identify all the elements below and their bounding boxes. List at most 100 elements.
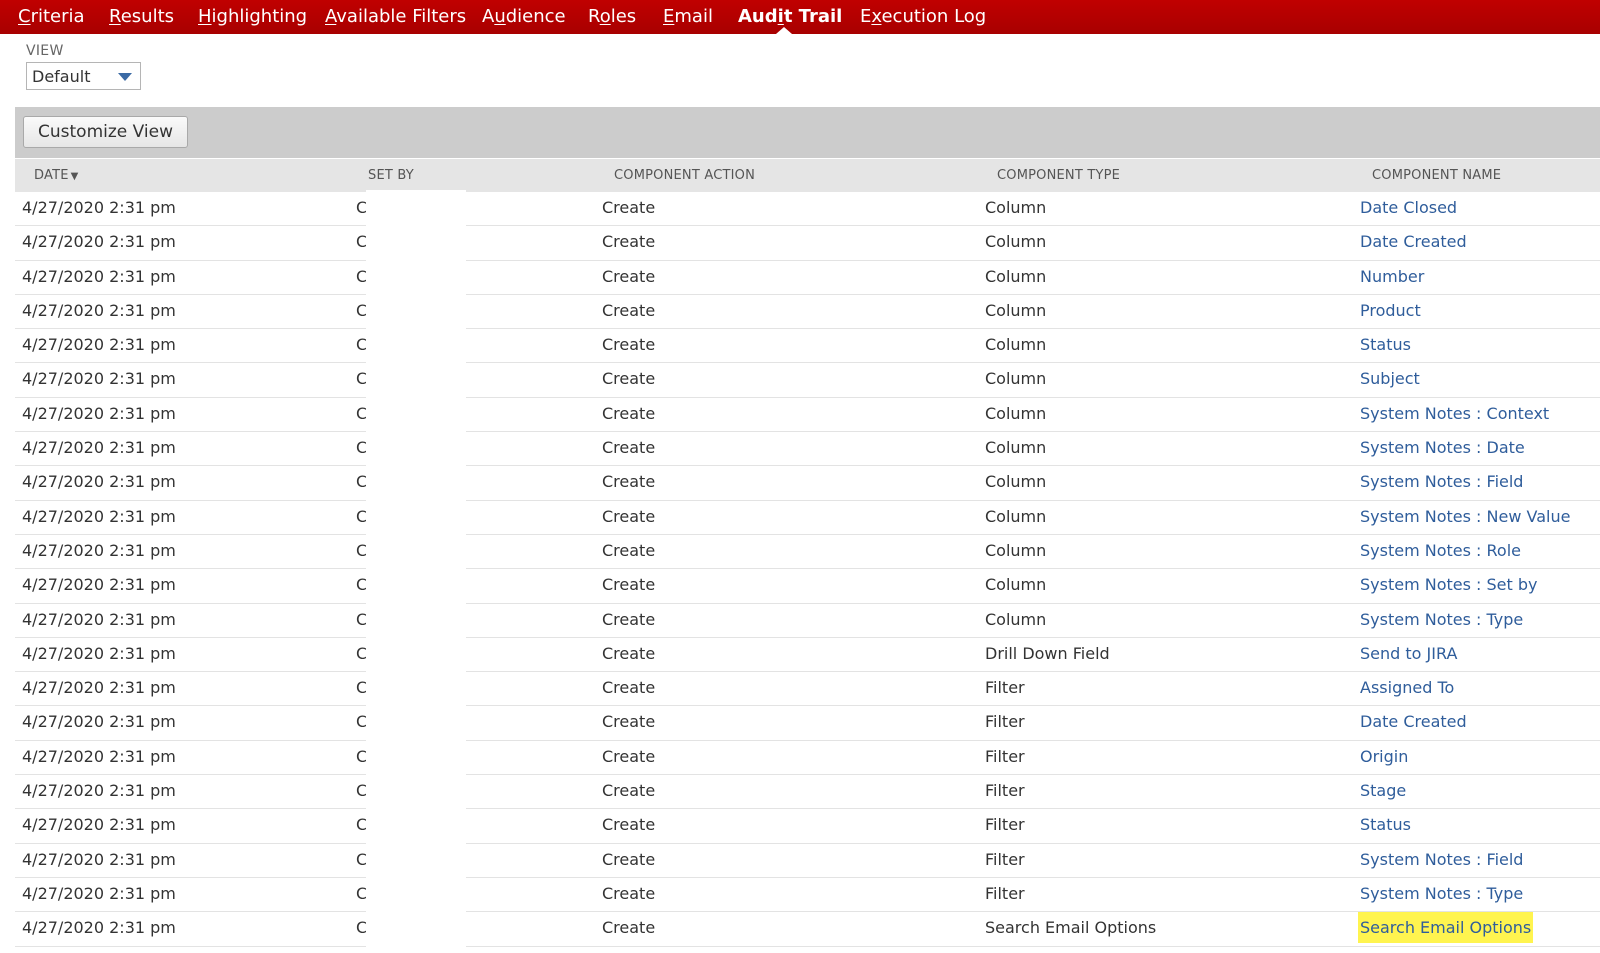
cell-component-name[interactable]: System Notes : Set by [1360,569,1538,600]
cell-component-name[interactable]: Date Created [1360,226,1467,257]
view-select[interactable]: Default [26,62,141,90]
table-row: 4/27/2020 2:31 pm C Create Column Product [15,295,1600,330]
column-header-component-name[interactable]: COMPONENT NAME [1372,159,1501,192]
cell-component-type: Column [985,369,1047,389]
table-row: 4/27/2020 2:31 pm C Create Filter Origin [15,741,1600,776]
cell-component-name[interactable]: Stage [1360,775,1406,806]
table-row: 4/27/2020 2:31 pm C Create Column System Not… [15,432,1600,467]
cell-component-name[interactable]: Date Closed [1360,192,1457,223]
cell-component-name[interactable]: Date Created [1360,706,1467,737]
tab-available-filters[interactable]: Available Filters [325,0,466,34]
cell-component-name[interactable]: System Notes : Field [1360,466,1523,497]
cell-component-name[interactable]: System Notes : Type [1360,878,1523,909]
cell-component-action: Create [602,403,656,423]
cell-component-name[interactable]: System Notes : New Value [1360,501,1570,532]
cell-component-name[interactable]: Subject [1360,363,1420,394]
cell-date: 4/27/2020 2:31 pm [22,540,176,560]
cell-component-name[interactable]: System Notes : Date [1360,432,1525,463]
column-header-date[interactable]: DATE ▼ [34,159,79,193]
table-row: 4/27/2020 2:31 pm C Create Column Date Close… [15,192,1600,227]
cell-date: 4/27/2020 2:31 pm [22,472,176,492]
cell-date: 4/27/2020 2:31 pm [22,883,176,903]
cell-component-action: Create [602,266,656,286]
cell-component-type: Column [985,540,1047,560]
tab-results[interactable]: Results [109,0,174,34]
cell-component-name[interactable]: Status [1360,329,1411,360]
cell-component-type: Column [985,609,1047,629]
cell-component-action: Create [602,746,656,766]
cell-component-name[interactable]: System Notes : Role [1360,535,1521,566]
table-row: 4/27/2020 2:31 pm C Create Column Subject [15,363,1600,398]
cell-component-action: Create [602,575,656,595]
cell-component-action: Create [602,849,656,869]
sort-descending-icon: ▼ [70,171,79,182]
cell-component-type: Filter [985,678,1025,698]
table-row: 4/27/2020 2:31 pm C Create Filter System Not… [15,878,1600,913]
customize-view-button[interactable]: Customize View [23,116,188,148]
view-label: VIEW [26,43,64,59]
cell-component-name[interactable]: Search Email Options [1358,912,1534,944]
cell-component-type: Filter [985,849,1025,869]
cell-component-type: Column [985,575,1047,595]
redaction-block [366,190,466,953]
cell-component-type: Filter [985,781,1025,801]
cell-component-type: Filter [985,815,1025,835]
cell-component-name[interactable]: Send to JIRA [1360,638,1457,669]
cell-component-action: Create [602,438,656,458]
cell-component-name[interactable]: Origin [1360,741,1408,772]
cell-date: 4/27/2020 2:31 pm [22,300,176,320]
tab-email[interactable]: Email [663,0,713,34]
cell-date: 4/27/2020 2:31 pm [22,815,176,835]
cell-date: 4/27/2020 2:31 pm [22,609,176,629]
cell-component-action: Create [602,472,656,492]
cell-component-name[interactable]: Assigned To [1360,672,1454,703]
cell-component-type: Filter [985,883,1025,903]
cell-date: 4/27/2020 2:31 pm [22,403,176,423]
cell-component-type: Filter [985,746,1025,766]
table-row: 4/27/2020 2:31 pm C Create Filter Status [15,809,1600,844]
cell-component-name[interactable]: System Notes : Context [1360,398,1549,429]
table-row: 4/27/2020 2:31 pm C Create Filter Assigned T… [15,672,1600,707]
cell-component-action: Create [602,300,656,320]
cell-component-action: Create [602,335,656,355]
cell-component-type: Column [985,232,1047,252]
table-row: 4/27/2020 2:31 pm C Create Filter Stage [15,775,1600,810]
cell-date: 4/27/2020 2:31 pm [22,575,176,595]
audit-trail-table-body: 4/27/2020 2:31 pm C Create Column Date Close… [15,192,1600,953]
cell-component-action: Create [602,198,656,217]
cell-component-action: Create [602,232,656,252]
tab-criteria[interactable]: Criteria [18,0,85,34]
cell-component-name[interactable]: Product [1360,295,1421,326]
tab-highlighting[interactable]: Highlighting [198,0,307,34]
tab-roles[interactable]: Roles [588,0,636,34]
cell-component-type: Column [985,266,1047,286]
cell-date: 4/27/2020 2:31 pm [22,918,176,938]
tab-execution-log[interactable]: Execution Log [860,0,986,34]
chevron-down-icon [118,73,132,81]
cell-date: 4/27/2020 2:31 pm [22,849,176,869]
cell-date: 4/27/2020 2:31 pm [22,643,176,663]
cell-component-name[interactable]: Number [1360,261,1424,292]
cell-date: 4/27/2020 2:31 pm [22,781,176,801]
tab-audience[interactable]: Audience [482,0,566,34]
cell-date: 4/27/2020 2:31 pm [22,712,176,732]
cell-component-action: Create [602,609,656,629]
cell-component-name[interactable]: System Notes : Type [1360,604,1523,635]
cell-date: 4/27/2020 2:31 pm [22,369,176,389]
cell-component-name[interactable]: Status [1360,809,1411,840]
column-header-set-by[interactable]: SET BY [368,159,414,192]
cell-component-type: Column [985,506,1047,526]
cell-component-type: Column [985,403,1047,423]
tab-bar: Criteria Results Highlighting Available … [0,0,1600,34]
cell-component-action: Create [602,506,656,526]
cell-component-type: Column [985,198,1047,217]
table-row: 4/27/2020 2:31 pm C Create Column System Not… [15,569,1600,604]
column-header-component-action[interactable]: COMPONENT ACTION [614,159,755,192]
cell-component-action: Create [602,781,656,801]
cell-component-name[interactable]: System Notes : Field [1360,844,1523,875]
cell-date: 4/27/2020 2:31 pm [22,678,176,698]
cell-component-type: Filter [985,712,1025,732]
column-header-component-type[interactable]: COMPONENT TYPE [997,159,1120,192]
cell-component-type: Search Email Options [985,918,1157,938]
cell-component-action: Create [602,883,656,903]
